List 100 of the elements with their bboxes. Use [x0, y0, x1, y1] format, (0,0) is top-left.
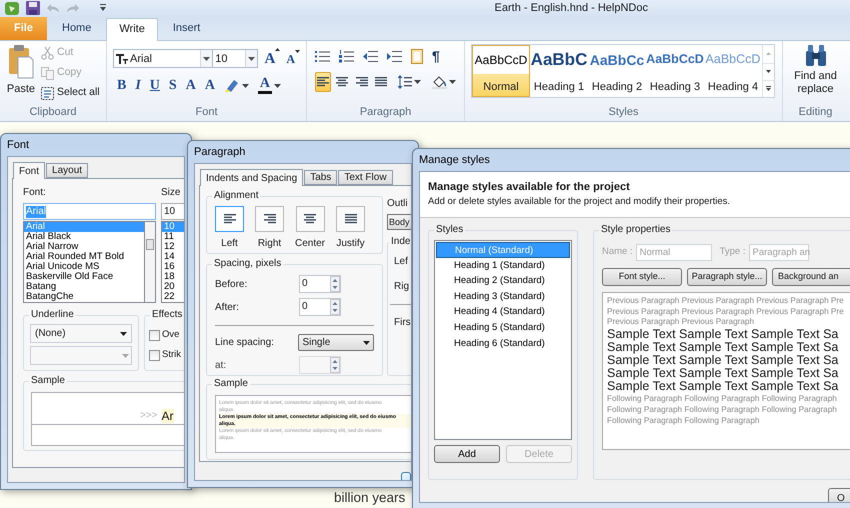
- group-label: Sample: [29, 375, 67, 387]
- app-icon[interactable]: [4, 0, 20, 16]
- ribbon-tab[interactable]: Write: [106, 18, 158, 40]
- dropdown[interactable]: Body: [387, 214, 411, 230]
- list-item[interactable]: 18: [162, 272, 184, 282]
- style-item[interactable]: AaBbCcD Heading 4: [704, 44, 762, 96]
- list-item[interactable]: 20: [162, 282, 184, 292]
- find-replace-button[interactable]: Find and replace: [786, 44, 844, 104]
- save-icon[interactable]: [26, 1, 40, 16]
- format-button[interactable]: A: [204, 78, 215, 94]
- dialog-button[interactable]: Paragraph style...: [687, 268, 767, 286]
- ribbon-tab[interactable]: Home: [50, 18, 104, 40]
- list-item[interactable]: Arial Rounded MT Bold: [24, 252, 144, 262]
- select-all-icon: [41, 86, 54, 100]
- checkbox[interactable]: [149, 350, 160, 361]
- list-item[interactable]: Heading 5 (Standard): [436, 320, 570, 336]
- dropdown[interactable]: (None): [30, 324, 132, 343]
- style-item[interactable]: AaBbC Heading 1: [530, 44, 588, 96]
- list-item[interactable]: Batang: [24, 282, 144, 292]
- style-item[interactable]: AaBbCcD Heading 3: [646, 44, 704, 96]
- caret-icon: [248, 56, 256, 61]
- format-button[interactable]: S: [168, 78, 177, 94]
- dialog-title: Font: [7, 138, 30, 153]
- input-field[interactable]: 10: [161, 203, 184, 220]
- dialog-button[interactable]: Add: [434, 445, 500, 463]
- list-item[interactable]: 16: [162, 262, 184, 272]
- list-item[interactable]: Arial Narrow: [24, 242, 144, 252]
- dialog-tab[interactable]: Indents and Spacing: [200, 169, 304, 186]
- style-item[interactable]: AaBbCcD Normal: [472, 44, 530, 96]
- font-size-button[interactable]: A: [264, 48, 280, 70]
- document-text: billion years: [334, 490, 406, 504]
- sample-line: Previous Paragraph Previous Paragraph Previous Paragraph Pre: [607, 296, 845, 307]
- font-combobox[interactable]: Arial: [113, 49, 214, 68]
- list-item[interactable]: Heading 3 (Standard): [436, 288, 570, 304]
- list-item[interactable]: Arial Unicode MS: [24, 262, 144, 272]
- group-label: Style properties: [599, 224, 672, 236]
- scissors-icon: [41, 46, 54, 60]
- list-item[interactable]: BatangChe: [24, 292, 144, 302]
- list-item[interactable]: 14: [162, 252, 184, 262]
- spin-field[interactable]: 0: [299, 275, 341, 293]
- sample-line: Sample Text Sample Text Sample Text Sa: [607, 380, 840, 394]
- list-item[interactable]: Heading 6 (Standard): [436, 336, 570, 352]
- list-item[interactable]: 11: [162, 232, 184, 242]
- shading-button[interactable]: [432, 74, 456, 88]
- align-button[interactable]: [255, 206, 284, 232]
- list-item[interactable]: Heading 4 (Standard): [436, 304, 570, 320]
- dialog-button[interactable]: Font style...: [602, 268, 682, 286]
- style-item[interactable]: AaBbCc Heading 2: [588, 44, 646, 96]
- dialog-tab[interactable]: Layout: [46, 163, 88, 178]
- list-item[interactable]: Arial Black: [24, 232, 144, 242]
- checkbox[interactable]: [149, 330, 160, 341]
- spin-field[interactable]: 0: [299, 298, 341, 316]
- list-item[interactable]: 12: [162, 242, 184, 252]
- scrollbar[interactable]: [144, 221, 156, 303]
- dialog-button[interactable]: Background an: [772, 268, 850, 286]
- group-caption: Clipboard: [28, 104, 78, 120]
- format-button[interactable]: U: [150, 78, 160, 94]
- sample-marker: >>>: [140, 409, 158, 423]
- indent-icon[interactable]: [387, 50, 402, 63]
- dropdown[interactable]: Single: [298, 334, 374, 351]
- page-icon[interactable]: [411, 49, 423, 64]
- ok-button[interactable]: O: [828, 488, 850, 502]
- sample-line: Following Paragraph Following Paragraph Following Paragraph: [607, 393, 838, 404]
- customize-icon[interactable]: [98, 4, 108, 12]
- font-color-button[interactable]: A: [258, 77, 281, 94]
- highlight-button[interactable]: [224, 78, 249, 94]
- style-name: Normal: [483, 80, 519, 94]
- clipboard-button[interactable]: Select all: [41, 84, 100, 102]
- align-button[interactable]: [296, 206, 324, 232]
- numbering-icon[interactable]: [339, 50, 354, 63]
- dialog-tab[interactable]: Text Flow: [338, 170, 393, 185]
- list-item[interactable]: Baskerville Old Face: [24, 272, 144, 282]
- window-title: Earth - English.hnd - HelpNDoc: [494, 1, 648, 16]
- field-label: After:: [215, 300, 240, 314]
- line-spacing-button[interactable]: [398, 74, 421, 88]
- arrow-down-icon: [766, 70, 771, 73]
- list-item[interactable]: 22: [162, 292, 184, 302]
- dialog-tab[interactable]: Font: [13, 162, 46, 179]
- align-button[interactable]: [315, 72, 332, 92]
- dialog-title: Paragraph: [194, 144, 246, 160]
- list-item[interactable]: Heading 2 (Standard): [436, 273, 570, 289]
- format-button[interactable]: A: [186, 78, 196, 94]
- outdent-icon[interactable]: [363, 50, 378, 63]
- font-size-button[interactable]: A: [286, 50, 300, 68]
- list-item[interactable]: Heading 1 (Standard): [436, 258, 570, 274]
- ribbon-tab[interactable]: Insert: [160, 18, 212, 40]
- dialog-description: Add or delete styles available for the project and modify their properties.: [428, 195, 732, 208]
- align-button[interactable]: [336, 206, 366, 232]
- align-label: Left: [221, 237, 238, 251]
- scroll-down-button[interactable]: [763, 62, 774, 80]
- size-combobox[interactable]: 10: [213, 49, 258, 68]
- format-button[interactable]: I: [135, 78, 141, 94]
- dialog-tab[interactable]: Tabs: [304, 170, 338, 185]
- align-button[interactable]: [215, 206, 244, 232]
- paste-button[interactable]: Paste: [5, 44, 37, 104]
- format-button[interactable]: B: [117, 78, 126, 94]
- bullets-icon[interactable]: [315, 50, 330, 63]
- align-right-icon: [356, 76, 368, 86]
- formatting-marks-button[interactable]: ¶: [432, 46, 440, 67]
- caret-icon: [122, 354, 129, 358]
